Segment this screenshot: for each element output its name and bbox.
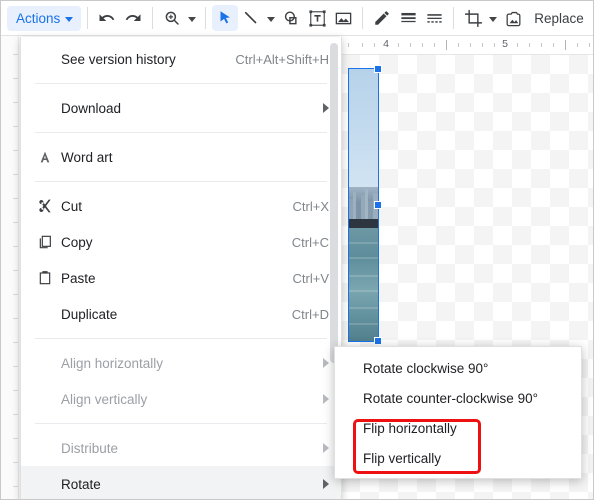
submenu-arrow-icon xyxy=(323,443,329,453)
menu-item-label: Distribute xyxy=(61,440,119,456)
toolbar-divider xyxy=(205,7,207,29)
line-dash-icon[interactable] xyxy=(421,5,447,31)
menu-item-label: Duplicate xyxy=(61,306,118,322)
mask-image-icon[interactable] xyxy=(500,5,526,31)
word-art-icon xyxy=(37,149,61,165)
submenu-item-rotate-counter-clockwise-90[interactable]: Rotate counter-clockwise 90° xyxy=(335,383,581,413)
menu-item-align-vertically: Align vertically xyxy=(21,381,341,417)
menu-item-distribute: Distribute xyxy=(21,430,341,466)
select-cursor-icon[interactable] xyxy=(212,5,239,31)
line-weight-icon[interactable] xyxy=(395,5,421,31)
menu-item-label: See version history xyxy=(61,51,176,67)
submenu-item-flip-horizontally[interactable]: Flip horizontally xyxy=(335,413,581,443)
resize-handle-bottom-right[interactable] xyxy=(374,337,382,345)
toolbar: Actions Replace xyxy=(1,1,593,36)
submenu-item-flip-vertically[interactable]: Flip vertically xyxy=(335,443,581,473)
submenu-item-label: Flip vertically xyxy=(363,450,442,466)
menu-separator xyxy=(35,132,327,133)
menu-item-shortcut: Ctrl+X xyxy=(292,198,329,214)
horizontal-ruler: 4 5 6 xyxy=(341,36,593,55)
image-icon[interactable] xyxy=(330,5,356,31)
actions-menu-button[interactable]: Actions xyxy=(7,5,82,31)
copy-icon xyxy=(37,234,61,250)
menu-item-shortcut: Ctrl+Alt+Shift+H xyxy=(235,51,329,67)
submenu-arrow-icon xyxy=(323,479,329,489)
submenu-item-label: Rotate counter-clockwise 90° xyxy=(363,390,538,406)
menu-separator xyxy=(35,423,327,424)
image-sky xyxy=(349,69,378,199)
chevron-down-icon xyxy=(489,16,498,22)
crop-icon[interactable] xyxy=(460,5,486,31)
image-editor-window: Actions Replace 4 5 See version history … xyxy=(0,0,594,500)
menu-item-paste[interactable]: Paste Ctrl+V xyxy=(21,260,341,296)
resize-handle-middle-right[interactable] xyxy=(374,201,382,209)
resize-handle-top-right[interactable] xyxy=(374,65,382,73)
ruler-number: 4 xyxy=(383,38,389,50)
shape-icon[interactable] xyxy=(278,5,304,31)
submenu-item-label: Flip horizontally xyxy=(363,420,457,436)
ruler-number: 5 xyxy=(502,38,508,50)
submenu-arrow-icon xyxy=(323,358,329,368)
line-dropdown-arrow[interactable] xyxy=(264,5,278,31)
zoom-dropdown-arrow[interactable] xyxy=(185,5,199,31)
menu-separator xyxy=(35,83,327,84)
menu-item-shortcut: Ctrl+D xyxy=(291,306,329,322)
menu-item-duplicate[interactable]: Duplicate Ctrl+D xyxy=(21,296,341,332)
toolbar-divider xyxy=(453,7,455,29)
crop-dropdown-arrow[interactable] xyxy=(486,5,500,31)
menu-item-shortcut: Ctrl+C xyxy=(291,234,329,250)
chevron-down-icon xyxy=(65,16,74,22)
menu-separator xyxy=(35,181,327,182)
menu-item-label: Align horizontally xyxy=(61,355,164,371)
menu-item-shortcut: Ctrl+V xyxy=(292,270,329,286)
text-box-icon[interactable] xyxy=(304,5,330,31)
undo-icon[interactable] xyxy=(94,5,120,31)
pen-icon[interactable] xyxy=(369,5,395,31)
menu-item-rotate[interactable]: Rotate xyxy=(21,466,341,499)
actions-dropdown-menu[interactable]: See version history Ctrl+Alt+Shift+H Dow… xyxy=(20,37,342,499)
submenu-arrow-icon xyxy=(323,394,329,404)
submenu-arrow-icon xyxy=(323,103,329,113)
actions-button-label: Actions xyxy=(16,10,61,26)
image-pier xyxy=(349,219,378,228)
image-water xyxy=(349,228,378,341)
menu-item-align-horizontally: Align horizontally xyxy=(21,345,341,381)
replace-image-button[interactable]: Replace xyxy=(534,11,584,26)
menu-item-label: Cut xyxy=(61,198,83,214)
zoom-icon[interactable] xyxy=(159,5,185,31)
menu-item-copy[interactable]: Copy Ctrl+C xyxy=(21,224,341,260)
menu-item-word-art[interactable]: Word art xyxy=(21,139,341,175)
line-icon[interactable] xyxy=(238,5,264,31)
menu-item-label: Download xyxy=(61,100,122,116)
redo-icon[interactable] xyxy=(120,5,146,31)
menu-item-label: Paste xyxy=(61,270,96,286)
toolbar-divider xyxy=(87,7,89,29)
scissors-icon xyxy=(37,198,61,214)
submenu-item-rotate-clockwise-90[interactable]: Rotate clockwise 90° xyxy=(335,353,581,383)
chevron-down-icon xyxy=(267,16,276,22)
chevron-down-icon xyxy=(188,16,197,22)
toolbar-divider xyxy=(362,7,364,29)
submenu-item-label: Rotate clockwise 90° xyxy=(363,360,489,376)
menu-item-label: Word art xyxy=(61,149,113,165)
toolbar-divider xyxy=(152,7,154,29)
clipboard-icon xyxy=(37,270,61,286)
rotate-submenu[interactable]: Rotate clockwise 90° Rotate counter-cloc… xyxy=(334,346,582,479)
selected-image[interactable] xyxy=(348,65,382,345)
vertical-ruler xyxy=(1,36,19,499)
menu-item-download[interactable]: Download xyxy=(21,90,341,126)
menu-scrollbar[interactable] xyxy=(330,43,338,363)
menu-item-label: Rotate xyxy=(61,476,101,492)
menu-item-cut[interactable]: Cut Ctrl+X xyxy=(21,188,341,224)
menu-item-see-version-history[interactable]: See version history Ctrl+Alt+Shift+H xyxy=(21,41,341,77)
menu-separator xyxy=(35,338,327,339)
menu-item-label: Copy xyxy=(61,234,93,250)
menu-item-label: Align vertically xyxy=(61,391,148,407)
